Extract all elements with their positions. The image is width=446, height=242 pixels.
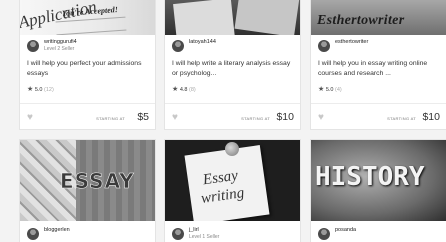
starting-at-label: STARTING AT [387, 116, 416, 121]
gig-thumbnail[interactable]: HISTORY [311, 140, 446, 221]
gig-rating: ★ 5.0 (12) [27, 85, 54, 93]
seller-username[interactable]: j_lirl [189, 227, 199, 233]
gig-card[interactable]: Essay writing j_lirl Level 1 Seller [164, 139, 301, 242]
seller-username[interactable]: latoyah144 [189, 39, 216, 45]
heart-icon[interactable]: ♥ [318, 113, 324, 123]
seller-level: Level 2 Seller [44, 46, 75, 52]
seller-info: latoyah144 [172, 39, 297, 61]
seller-username[interactable]: writinggurufi4 [44, 39, 77, 45]
avatar[interactable] [172, 228, 184, 240]
seller-info: bloggerlen [27, 227, 152, 242]
rating-value: 5.0 [34, 87, 43, 93]
seller-username[interactable]: esthertowriter [335, 39, 368, 45]
avatar[interactable] [27, 228, 39, 240]
gig-thumbnail[interactable]: Esthertowriter [311, 0, 446, 35]
gig-footer: ♥ STARTING AT $5 [20, 103, 155, 129]
gig-rating: ★ 4.8 (8) [172, 85, 196, 93]
review-count: (12) [44, 87, 54, 93]
seller-username[interactable]: posanda [335, 227, 356, 233]
gig-card[interactable]: latoyah144 I will help write a literary … [164, 0, 301, 130]
starting-at-label: STARTING AT [241, 116, 270, 121]
thumbnail-text: HISTORY [315, 162, 425, 192]
seller-level: Level 1 Seller [189, 234, 220, 240]
gig-grid: Application You're Accepted! writingguru… [0, 0, 446, 242]
avatar[interactable] [318, 228, 330, 240]
review-count: (4) [335, 87, 342, 93]
star-icon: ★ [27, 86, 34, 93]
gig-rating: ★ 5.0 (4) [318, 85, 342, 93]
gig-footer: ♥ STARTING AT $10 [165, 103, 300, 129]
gig-card[interactable]: Esthertowriter esthertowriter I will hel… [310, 0, 446, 130]
seller-info: posanda [318, 227, 443, 242]
thumbnail-text: ESSAY [60, 169, 135, 194]
heart-icon[interactable]: ♥ [172, 113, 178, 123]
seller-username[interactable]: bloggerlen [44, 227, 70, 233]
gig-title[interactable]: I will help you in essay writing online … [318, 59, 444, 78]
avatar[interactable] [318, 40, 330, 52]
gig-thumbnail[interactable]: Application You're Accepted! [20, 0, 155, 35]
book-page-image [234, 0, 300, 35]
review-count: (8) [189, 87, 196, 93]
starting-at-label: STARTING AT [96, 116, 125, 121]
seller-info: writinggurufi4 Level 2 Seller [27, 39, 152, 61]
gig-card[interactable]: Application You're Accepted! writingguru… [19, 0, 156, 130]
gig-thumbnail[interactable]: ESSAY [20, 140, 155, 221]
book-page-image [173, 0, 235, 35]
gig-thumbnail[interactable] [165, 0, 300, 35]
gig-title[interactable]: I will help write a literary analysis es… [172, 59, 298, 78]
gig-thumbnail[interactable]: Essay writing [165, 140, 300, 221]
heart-icon[interactable]: ♥ [27, 113, 33, 123]
gig-price[interactable]: $10 [422, 111, 440, 123]
thumbnail-text: Esthertowriter [317, 13, 405, 28]
rating-value: 5.0 [325, 87, 334, 93]
star-icon: ★ [318, 86, 325, 93]
gig-price[interactable]: $5 [137, 111, 149, 123]
gig-card[interactable]: ESSAY bloggerlen [19, 139, 156, 242]
gig-card[interactable]: HISTORY posanda [310, 139, 446, 242]
gig-price[interactable]: $10 [276, 111, 294, 123]
gig-footer: ♥ STARTING AT $10 [311, 103, 446, 129]
seller-info: esthertowriter [318, 39, 443, 61]
avatar[interactable] [27, 40, 39, 52]
pushpin-icon [225, 142, 239, 156]
star-icon: ★ [172, 86, 179, 93]
seller-info: j_lirl Level 1 Seller [172, 227, 297, 242]
rating-value: 4.8 [179, 87, 188, 93]
avatar[interactable] [172, 40, 184, 52]
gig-title[interactable]: I will help you perfect your admissions … [27, 59, 153, 78]
